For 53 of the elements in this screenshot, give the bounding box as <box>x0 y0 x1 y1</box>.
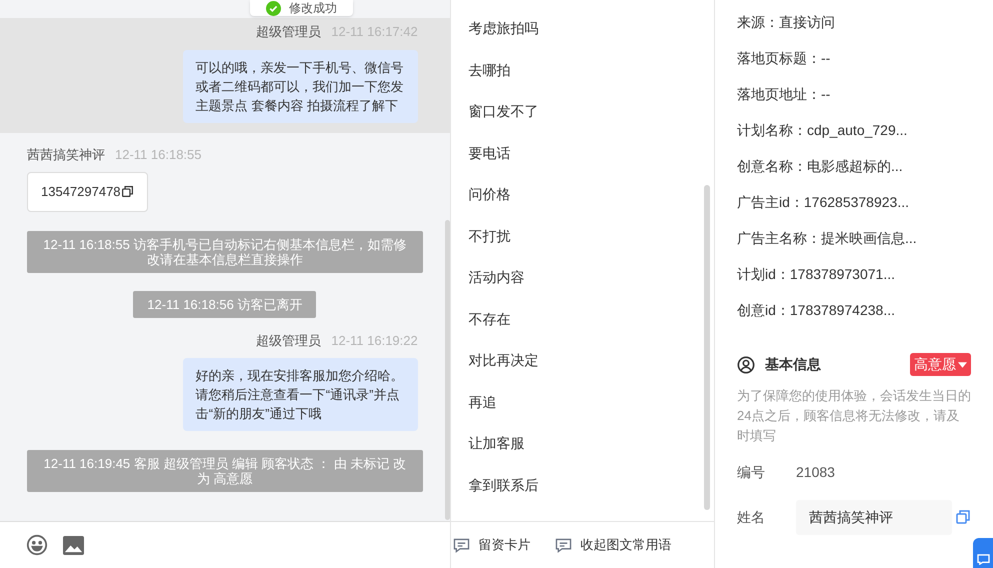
source-info-row-text: 广告主名称：提米映画信息... <box>737 228 918 248</box>
section-title: 基本信息 <box>765 355 821 374</box>
sender-name: 茜茜搞笑神评 <box>27 146 105 164</box>
system-notice: 12-11 16:18:56 访客已离开 <box>133 290 316 318</box>
sender-name: 超级管理员 <box>256 332 322 350</box>
field-value: 21083 <box>796 462 835 482</box>
source-info-row-text: 创意名称：电影感超标的... <box>737 156 904 176</box>
name-input-field[interactable]: 茜茜搞笑神评 <box>796 500 952 534</box>
emoji-icon[interactable] <box>26 534 48 556</box>
quick-reply-item[interactable]: 让加客服 <box>450 423 714 464</box>
chat-icon <box>977 554 990 565</box>
source-info-row-text: 广告主id：176285378923... <box>737 192 910 212</box>
quick-reply-item[interactable]: 不存在 <box>450 298 714 340</box>
message-bubble: 13547297478 <box>27 172 148 212</box>
source-info-row-text: 落地页地址：-- <box>737 84 832 104</box>
scrollbar[interactable] <box>444 220 450 520</box>
field-label: 姓名 <box>737 508 766 526</box>
field-label: 编号 <box>737 462 766 482</box>
system-notice: 12-11 16:19:45 客服 超级管理员 编辑 顾客状态 ： 由 未标记 改为 高意愿 <box>27 450 423 492</box>
quick-reply-item[interactable]: 问价格 <box>450 174 714 216</box>
quick-reply-item[interactable]: 活动内容 <box>450 257 714 298</box>
quick-action-button[interactable]: 收起图文常用语 <box>554 535 672 555</box>
quick-reply-item[interactable]: 不打扰 <box>450 216 714 257</box>
source-info-row-text: 计划id：178378973071... <box>737 264 896 284</box>
quick-reply-item[interactable]: 再追 <box>450 382 714 423</box>
quick-action-button[interactable]: 留资卡片 <box>452 535 531 555</box>
notice-text: 为了保障您的使用体验，会话发生当日的24点之后，顾客信息将无法修改，请及时填写 <box>737 387 971 445</box>
comment-icon <box>554 538 572 552</box>
caret-icon <box>958 362 967 368</box>
scrollbar[interactable] <box>704 185 710 510</box>
message-bubble: 好的亲，现在安排客服加您介绍哈。请您稍后注意查看一下“通讯录”并点击“新的朋友”通过下哦 <box>182 358 418 431</box>
message-time: 12-11 16:18:55 <box>115 146 202 164</box>
quick-reply-item[interactable]: 考虑旅拍吗 <box>450 8 714 50</box>
comment-icon <box>452 538 470 552</box>
quick-reply-item[interactable]: 拿到联系后 <box>450 464 714 506</box>
user-icon <box>737 356 755 374</box>
quick-reply-item[interactable]: 去哪拍 <box>450 50 714 91</box>
quick-reply-item[interactable]: 窗口发不了 <box>450 91 714 132</box>
chat-float-button[interactable] <box>973 538 993 568</box>
source-info-row-text: 落地页标题：-- <box>737 48 832 68</box>
status-dropdown[interactable]: 高意愿 <box>910 353 971 376</box>
sender-name: 超级管理员 <box>256 23 322 41</box>
copy-icon[interactable] <box>120 185 134 198</box>
success-toast: 修改成功 <box>250 0 353 16</box>
system-notice: 12-11 16:18:55 访客手机号已自动标记右侧基本信息栏，如需修改请在基本信息栏直接操作 <box>27 230 423 272</box>
quick-reply-item[interactable]: 对比再决定 <box>450 340 714 382</box>
message-time: 12-11 16:19:22 <box>331 332 418 350</box>
message-bubble: 可以的哦，亲发一下手机号、微信号或者二维码都可以，我们加一下您发主题景点 套餐内容 拍摄流程了解下 <box>182 50 418 122</box>
source-info-row-text: 创意id：178378974238... <box>737 300 896 320</box>
source-info-row-text: 来源：直接访问 <box>737 12 836 32</box>
source-info-row-text: 计划名称：cdp_auto_729... <box>737 120 908 140</box>
quick-reply-item[interactable]: 要电话 <box>450 132 714 174</box>
image-icon[interactable] <box>62 534 85 556</box>
